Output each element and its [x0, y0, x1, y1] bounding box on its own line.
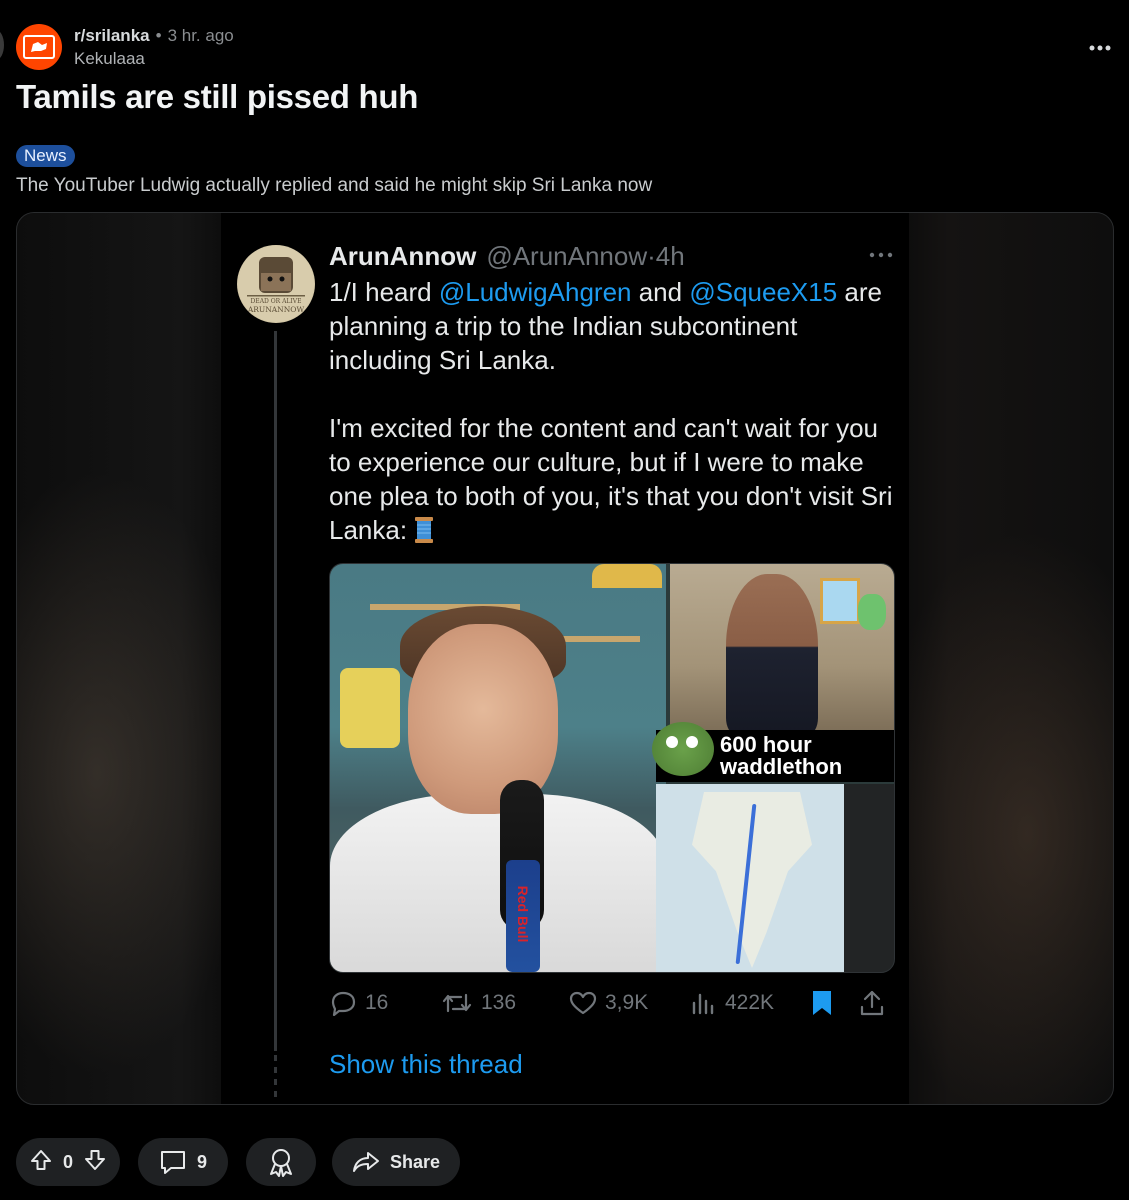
tweet-like: 3,9K	[569, 991, 691, 1015]
post-author[interactable]: Kekulaaa	[74, 49, 145, 69]
route-map	[656, 784, 844, 972]
tweet-reply: 16	[329, 990, 441, 1016]
avatar-caption-top: DEAD OR ALIVE	[251, 298, 302, 305]
like-count: 3,9K	[605, 991, 649, 1014]
can-label: Red Bull	[515, 885, 531, 943]
redbull-can: Red Bull	[506, 860, 540, 972]
tweet-paragraph-2: I'm excited for the content and can't wa…	[329, 413, 893, 545]
reply-count: 16	[365, 991, 389, 1014]
tweet-views: 422K	[691, 991, 811, 1015]
tweet-avatar: DEAD OR ALIVE ARUNANNOW	[237, 245, 315, 323]
caption-line-2: waddlethon	[720, 754, 843, 779]
downvote-button[interactable]	[83, 1148, 107, 1177]
tweet-image: Red Bull 600 hour waddlethon	[329, 563, 895, 973]
views-count: 422K	[725, 991, 775, 1014]
post-time: 3 hr. ago	[167, 26, 234, 45]
post-more-button[interactable]	[1084, 36, 1116, 60]
subreddit-avatar[interactable]	[16, 24, 62, 70]
thread-line	[274, 331, 277, 1051]
post-title[interactable]: Tamils are still pissed huh	[16, 78, 418, 116]
subreddit-name[interactable]: r/srilanka	[74, 26, 150, 46]
upvote-icon	[30, 1149, 51, 1170]
comment-count: 9	[196, 1151, 207, 1172]
share-arrow-icon	[352, 1152, 379, 1172]
shelf-decor	[592, 564, 662, 588]
plush-decor	[858, 594, 886, 630]
caption-line-1: 600 hour	[720, 732, 812, 757]
share-upload-icon	[860, 990, 884, 1016]
mention-squeex: @SqueeX15	[689, 277, 838, 307]
post-body: The YouTuber Ludwig actually replied and…	[16, 175, 653, 196]
views-icon	[692, 993, 714, 1015]
vote-count: 0	[62, 1151, 73, 1172]
webcam-edge	[844, 784, 894, 972]
retweet-icon	[442, 993, 472, 1013]
more-horizontal-icon	[1089, 45, 1111, 51]
show-thread-link: Show this thread	[329, 1049, 523, 1079]
tweet-header: ArunAnnow @ArunAnnow·4h	[329, 241, 685, 272]
streamer-shirt	[330, 794, 666, 972]
upvote-button[interactable]	[29, 1148, 53, 1177]
vote-control: 0	[16, 1138, 120, 1186]
frame-decor	[820, 578, 860, 624]
tweet-actions: 16 136 3,9K 422K	[329, 985, 897, 1021]
pepe-emote	[652, 722, 714, 776]
award-button[interactable]	[246, 1138, 316, 1186]
meta-separator: •	[155, 26, 162, 45]
tweet-share	[859, 989, 885, 1017]
post-media-image[interactable]: DEAD OR ALIVE ARUNANNOW ArunAnnow @ArunA…	[16, 212, 1114, 1105]
share-label: Share	[389, 1151, 441, 1172]
tweet-retweet: 136	[441, 991, 569, 1015]
avatar-caption-bottom: ARUNANNOW	[247, 305, 305, 314]
thread-dots	[274, 1055, 277, 1101]
poster	[340, 668, 400, 748]
more-horizontal-icon	[869, 252, 893, 258]
webcam-person	[726, 574, 818, 734]
tweet-author-name: ArunAnnow	[329, 241, 477, 271]
tweet-bookmark	[811, 989, 859, 1017]
mention-ludwig: @LudwigAhgren	[438, 277, 632, 307]
lion-flag-icon	[23, 35, 55, 59]
image-caption: 600 hour waddlethon	[720, 734, 842, 778]
reply-icon	[331, 991, 356, 1016]
edge-avatar-stub	[0, 30, 4, 60]
tweet-card: DEAD OR ALIVE ARUNANNOW ArunAnnow @ArunA…	[221, 213, 909, 1104]
heart-icon	[569, 991, 597, 1015]
tweet-text: 1/I heard @LudwigAhgren and @SqueeX15 ar…	[329, 275, 899, 547]
post-flair[interactable]: News	[16, 145, 75, 167]
wanted-poster-icon: DEAD OR ALIVE ARUNANNOW	[238, 246, 314, 322]
share-button[interactable]: Share	[332, 1138, 460, 1186]
post-meta: r/srilanka • 3 hr. ago	[74, 26, 234, 46]
bookmark-icon	[813, 991, 831, 1015]
thread-spool-icon	[414, 516, 434, 544]
tweet-more-button	[865, 249, 897, 261]
downvote-icon	[85, 1149, 105, 1170]
comments-button[interactable]: 9	[138, 1138, 228, 1186]
tweet-paragraph-1: 1/I heard @LudwigAhgren and @SqueeX15 ar…	[329, 277, 882, 375]
streamer-scene: Red Bull	[330, 564, 666, 972]
comment-icon	[160, 1151, 185, 1174]
tweet-handle-time: @ArunAnnow·4h	[486, 241, 685, 271]
retweet-count: 136	[481, 991, 517, 1014]
award-icon	[270, 1149, 292, 1177]
